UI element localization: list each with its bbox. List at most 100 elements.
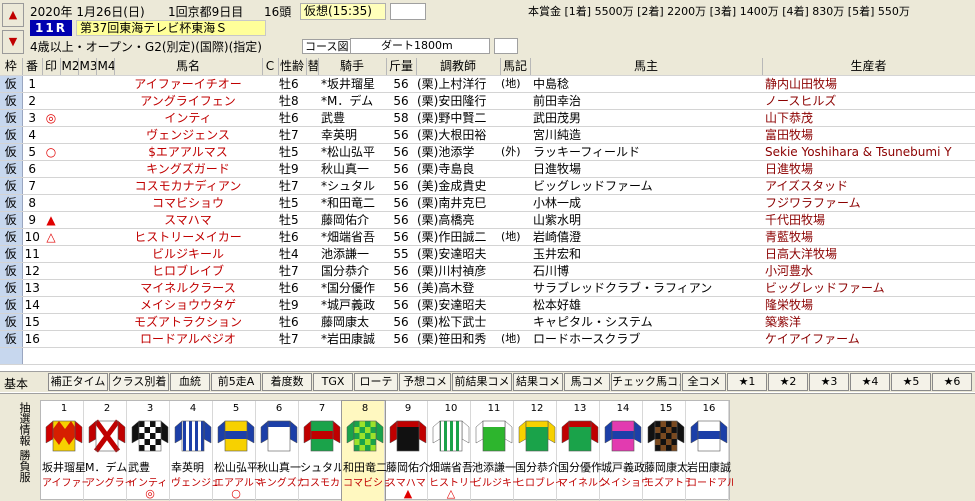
table-row[interactable]: 仮 13 マイネルクラース 牡6 *国分優作 56 (美)高木登 サラブレッドクラブ・ラフィア… xyxy=(0,279,975,297)
frame-cell[interactable]: 仮 xyxy=(0,262,23,280)
toolbar-button-19[interactable]: ★6 xyxy=(932,373,972,391)
silk-cell[interactable]: 3 武豊 インティ ◎ xyxy=(127,401,170,501)
toolbar-button-6[interactable]: TGX xyxy=(313,373,353,391)
toolbar-button-10[interactable]: 結果コメ xyxy=(513,373,563,391)
forecast-extra-field[interactable] xyxy=(390,3,426,20)
silk-cell[interactable]: 12 国分恭介ヒロブレイブ xyxy=(514,401,561,501)
toolbar-button-2[interactable]: クラス別着 xyxy=(109,373,169,391)
frame-cell[interactable]: 仮 xyxy=(0,75,23,93)
col-m2[interactable]: M2 xyxy=(60,58,79,76)
frame-cell[interactable]: 仮 xyxy=(0,194,23,212)
col-mark[interactable]: 印 xyxy=(42,58,61,76)
horse-name-cell[interactable]: キングズガード xyxy=(114,160,262,178)
horse-name-cell[interactable]: マイネルクラース xyxy=(114,279,262,297)
horse-name-cell[interactable]: アングライフェン xyxy=(114,92,262,110)
silk-cell[interactable]: 2 M．デムアングライフェ xyxy=(84,401,131,501)
frame-cell[interactable]: 仮 xyxy=(0,279,23,297)
col-breeder[interactable]: 生産者 xyxy=(762,58,975,76)
silk-cell[interactable]: 13 国分優作マイネルクラー xyxy=(557,401,604,501)
toolbar-button-12[interactable]: チェック馬コメ xyxy=(611,373,681,391)
toolbar-button-14[interactable]: ★1 xyxy=(727,373,767,391)
silk-cell[interactable]: 14 城戸義政メイショウウタ xyxy=(600,401,647,501)
horse-name-cell[interactable]: コスモカナディアン xyxy=(114,177,262,195)
toolbar-button-17[interactable]: ★4 xyxy=(850,373,890,391)
horse-name-cell[interactable]: ビルジキール xyxy=(114,245,262,263)
horse-name-cell[interactable]: モズアトラクション xyxy=(114,313,262,331)
horse-name-cell[interactable]: ロードアルペジオ xyxy=(114,330,262,348)
frame-cell[interactable]: 仮 xyxy=(0,160,23,178)
frame-cell[interactable]: 仮 xyxy=(0,313,23,331)
table-row[interactable]: 仮 5 ○ $エアアルマス 牡5 *松山弘平 56 (栗)池添学 (外) ラッキーフィールド Sek… xyxy=(0,143,975,161)
toolbar-button-11[interactable]: 馬コメ xyxy=(564,373,610,391)
col-weight[interactable]: 斤量 xyxy=(386,58,417,76)
toolbar-button-5[interactable]: 着度数 xyxy=(262,373,312,391)
toolbar-button-16[interactable]: ★3 xyxy=(809,373,849,391)
col-m3[interactable]: M3 xyxy=(78,58,97,76)
table-row[interactable]: 仮 7 コスモカナディアン 牡7 *シュタル 56 (美)金成貴史 ビッグレッドファーム アイズ… xyxy=(0,177,975,195)
frame-cell[interactable]: 仮 xyxy=(0,177,23,195)
silk-cell[interactable]: 8 和田竜二コマビショウ xyxy=(341,400,389,501)
silk-cell[interactable]: 9 藤岡佑介 スマハマ ▲ xyxy=(385,401,430,501)
table-row[interactable]: 仮 3 ◎ インティ 牡6 武豊 58 (栗)野中賢二 武田茂男 山下恭茂 xyxy=(0,109,975,127)
table-row[interactable]: 仮 10 △ ヒストリーメイカー 牡6 *畑端省吾 56 (栗)作田誠二 (地) 岩崎僖澄 青藍牧場 xyxy=(0,228,975,246)
course-map-button[interactable]: コース図 xyxy=(302,39,352,54)
table-row[interactable]: 仮 9 ▲ スマハマ 牡5 藤岡佑介 56 (栗)高橋亮 山紫水明 千代田牧場 xyxy=(0,211,975,229)
horse-name-cell[interactable]: $エアアルマス xyxy=(114,143,262,161)
horse-name-cell[interactable]: スマハマ xyxy=(114,211,262,229)
frame-cell[interactable]: 仮 xyxy=(0,296,23,314)
table-row[interactable]: 仮 2 アングライフェン 牡8 *M．デム 56 (栗)安田隆行 前田幸治 ノースヒルズ xyxy=(0,92,975,110)
table-row[interactable]: 仮 12 ヒロブレイブ 牡7 国分恭介 56 (栗)川村禎彦 石川博 小河豊水 xyxy=(0,262,975,280)
col-number[interactable]: 番 xyxy=(22,58,43,76)
toolbar-button-1[interactable]: 補正タイム xyxy=(48,373,108,391)
col-sex-age[interactable]: 性齢 xyxy=(278,58,307,76)
silk-cell[interactable]: 5 松山弘平エアアルマス○ xyxy=(213,401,260,501)
silk-cell[interactable]: 4 幸英明ヴェンジェンス xyxy=(170,401,217,501)
frame-cell[interactable]: 仮 xyxy=(0,211,23,229)
forecast-mode[interactable]: 仮想(15:35) xyxy=(300,3,386,20)
frame-cell[interactable]: 仮 xyxy=(0,92,23,110)
col-frame[interactable]: 枠 xyxy=(0,58,23,76)
table-row[interactable]: 仮 4 ヴェンジェンス 牡7 幸英明 56 (栗)大根田裕 宮川純造 富田牧場 xyxy=(0,126,975,144)
col-m4[interactable]: M4 xyxy=(96,58,115,76)
table-row[interactable]: 仮 11 ビルジキール 牡4 池添謙一 55 (栗)安達昭夫 玉井宏和 日高大洋牧場 xyxy=(0,245,975,263)
silk-cell[interactable]: 16 岩田康誠ロードアルペジ xyxy=(686,401,733,501)
frame-cell[interactable]: 仮 xyxy=(0,109,23,127)
silk-cell[interactable]: 7 シュタルコスモカナディ xyxy=(299,401,346,501)
table-row[interactable]: 仮 1 アイファーイチオー 牡6 *坂井瑠星 56 (栗)上村洋行 (地) 中島稔 静内山田牧場 xyxy=(0,75,975,93)
toolbar-button-8[interactable]: 予想コメ xyxy=(399,373,451,391)
col-c[interactable]: C xyxy=(262,58,279,76)
toolbar-button-4[interactable]: 前5走A xyxy=(211,373,261,391)
silk-cell[interactable]: 10 畑端省吾ヒストリーメイ△ xyxy=(428,401,475,501)
next-race-button[interactable]: ▼ xyxy=(2,30,24,54)
frame-cell[interactable]: 仮 xyxy=(0,143,23,161)
table-row[interactable]: 仮 16 ロードアルペジオ 牡7 *岩田康誠 56 (栗)笹田和秀 (地) ロードホースクラブケ… xyxy=(0,330,975,348)
toolbar-button-7[interactable]: ローテ xyxy=(354,373,398,391)
frame-cell[interactable]: 仮 xyxy=(0,245,23,263)
horse-name-cell[interactable]: アイファーイチオー xyxy=(114,75,262,93)
toolbar-button-3[interactable]: 血統 xyxy=(170,373,210,391)
silk-cell[interactable]: 11 池添謙一ビルジキール xyxy=(471,401,518,501)
horse-name-cell[interactable]: コマビショウ xyxy=(114,194,262,212)
frame-cell[interactable]: 仮 xyxy=(0,228,23,246)
horse-name-cell[interactable]: インティ xyxy=(114,109,262,127)
previous-race-button[interactable]: ▲ xyxy=(2,3,24,27)
horse-name-cell[interactable]: ヒロブレイブ xyxy=(114,262,262,280)
table-row[interactable]: 仮 8 コマビショウ 牡5 *和田竜二 56 (栗)南井克巳 小林一成 フジワラファーム xyxy=(0,194,975,212)
horse-name-cell[interactable]: メイショウウタゲ xyxy=(114,296,262,314)
table-row[interactable]: 仮 6 キングズガード 牡9 秋山真一 56 (栗)寺島良 日進牧場 日進牧場 xyxy=(0,160,975,178)
silk-cell[interactable]: 6 秋山真一キングズガード xyxy=(256,401,303,501)
horse-name-cell[interactable]: ヴェンジェンス xyxy=(114,126,262,144)
horse-name-cell[interactable]: ヒストリーメイカー xyxy=(114,228,262,246)
col-trainer[interactable]: 調教師 xyxy=(416,58,501,76)
toolbar-button-13[interactable]: 全コメ xyxy=(682,373,726,391)
toolbar-button-15[interactable]: ★2 xyxy=(768,373,808,391)
col-badge[interactable]: 馬記 xyxy=(500,58,531,76)
col-jockey[interactable]: 騎手 xyxy=(318,58,387,76)
frame-cell[interactable]: 仮 xyxy=(0,126,23,144)
col-jockey-change[interactable]: 替 xyxy=(306,58,319,76)
table-row[interactable]: 仮 15 モズアトラクション 牡6 藤岡康太 56 (栗)松下武士 キャピタル・システム 築紫洋 xyxy=(0,313,975,331)
frame-cell[interactable]: 仮 xyxy=(0,330,23,348)
table-row[interactable]: 仮 14 メイショウウタゲ 牡9 *城戸義政 56 (栗)安達昭夫 松本好雄 隆栄牧場 xyxy=(0,296,975,314)
toolbar-button-9[interactable]: 前結果コメ xyxy=(452,373,512,391)
silk-cell[interactable]: 1 坂井瑠星アイファーイチ xyxy=(41,401,88,501)
